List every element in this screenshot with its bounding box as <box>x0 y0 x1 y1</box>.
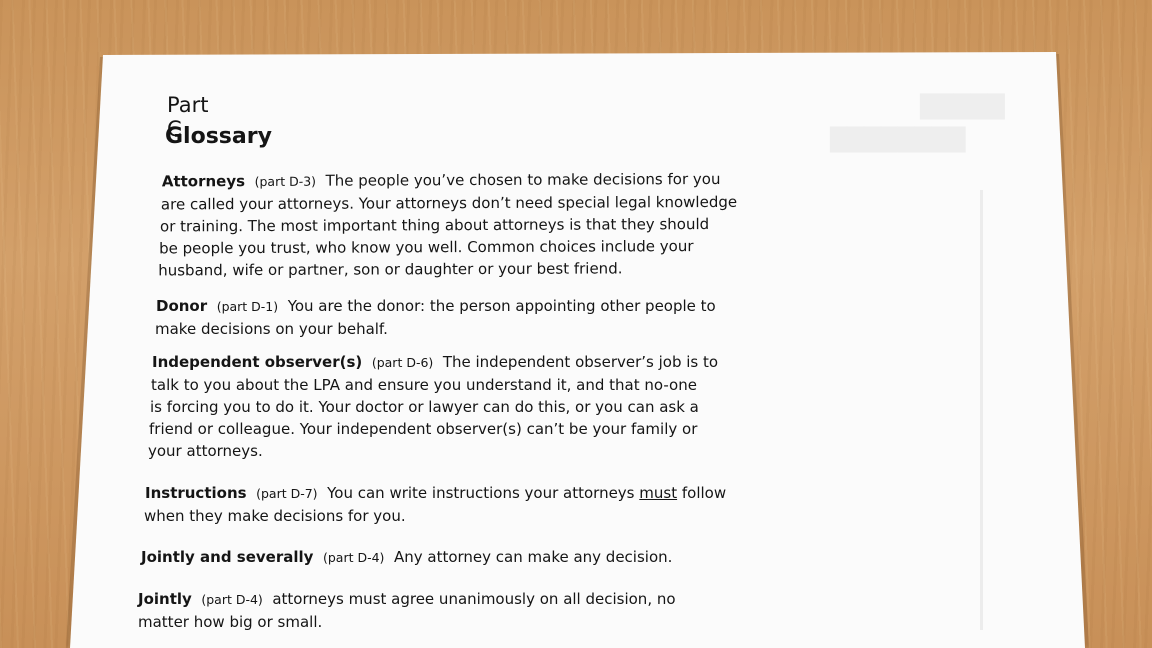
glossary-term: Attorneys <box>161 172 246 191</box>
emphasis-must: must <box>639 484 678 502</box>
entry-line: are called your attorneys. Your attorney… <box>160 192 738 214</box>
part-reference: (part D-4) <box>322 550 385 565</box>
entry-line: Jointly (part D-4) attorneys must agree … <box>138 588 778 611</box>
show-through-heading: ████████ <box>830 128 966 153</box>
entry-line: Instructions (part D-7) You can write in… <box>145 482 785 505</box>
entry-line: Attorneys (part D-3) The people you’ve c… <box>162 168 802 194</box>
show-through-line <box>980 190 983 630</box>
glossary-term: Independent observer(s) <box>152 353 363 371</box>
entry-line: Jointly and severally (part D-4) Any att… <box>141 546 781 569</box>
part-reference: (part D-7) <box>256 486 318 501</box>
entry-line: Independent observer(s) (part D-6) The i… <box>152 351 792 374</box>
part-reference: (part D-3) <box>254 173 317 189</box>
definition-text: The people you’ve chosen to make decisio… <box>325 169 721 190</box>
definition-text: You can write instructions your attorney… <box>327 484 635 502</box>
page-title: Glossary <box>165 124 272 149</box>
entry-line: your attorneys. <box>148 442 263 460</box>
definition-text: You are the donor: the person appointing… <box>287 297 716 315</box>
entry-line: when they make decisions for you. <box>144 507 406 525</box>
definition-text: Any attorney can make any decision. <box>393 548 673 566</box>
entry-line: be people you trust, who know you well. … <box>159 237 694 258</box>
glossary-entry-independent-observer: Independent observer(s) (part D-6) The i… <box>148 351 792 462</box>
glossary-entry-jointly-and-severally: Jointly and severally (part D-4) Any att… <box>141 546 781 569</box>
part-reference: (part D-1) <box>216 299 279 314</box>
entry-line: or training. The most important thing ab… <box>159 215 710 236</box>
glossary-term: Instructions <box>145 484 247 502</box>
definition-text: The independent observer’s job is to <box>442 353 719 371</box>
definition-text: follow <box>681 484 727 502</box>
entry-line: make decisions on your behalf. <box>155 320 388 338</box>
entry-line: matter how big or small. <box>138 613 323 631</box>
part-reference: (part D-4) <box>201 592 263 607</box>
glossary-entry-attorneys: Attorneys (part D-3) The people you’ve c… <box>158 168 802 282</box>
part-reference: (part D-6) <box>371 355 434 370</box>
glossary-entry-donor: Donor (part D-1) You are the donor: the … <box>155 295 796 340</box>
definition-text: attorneys must agree unanimously on all … <box>272 590 676 608</box>
glossary-entry-jointly: Jointly (part D-4) attorneys must agree … <box>138 588 778 633</box>
entry-line: Donor (part D-1) You are the donor: the … <box>156 295 796 318</box>
entry-line: friend or colleague. Your independent ob… <box>149 420 698 438</box>
glossary-entry-instructions: Instructions (part D-7) You can write in… <box>144 482 785 527</box>
glossary-term: Jointly and severally <box>141 548 314 566</box>
entry-line: is forcing you to do it. Your doctor or … <box>150 398 699 416</box>
entry-line: husband, wife or partner, son or daughte… <box>158 259 623 280</box>
show-through-heading: █████ <box>920 95 1005 120</box>
entry-line: talk to you about the LPA and ensure you… <box>151 376 697 394</box>
glossary-term: Donor <box>156 297 208 315</box>
glossary-term: Jointly <box>138 590 192 608</box>
